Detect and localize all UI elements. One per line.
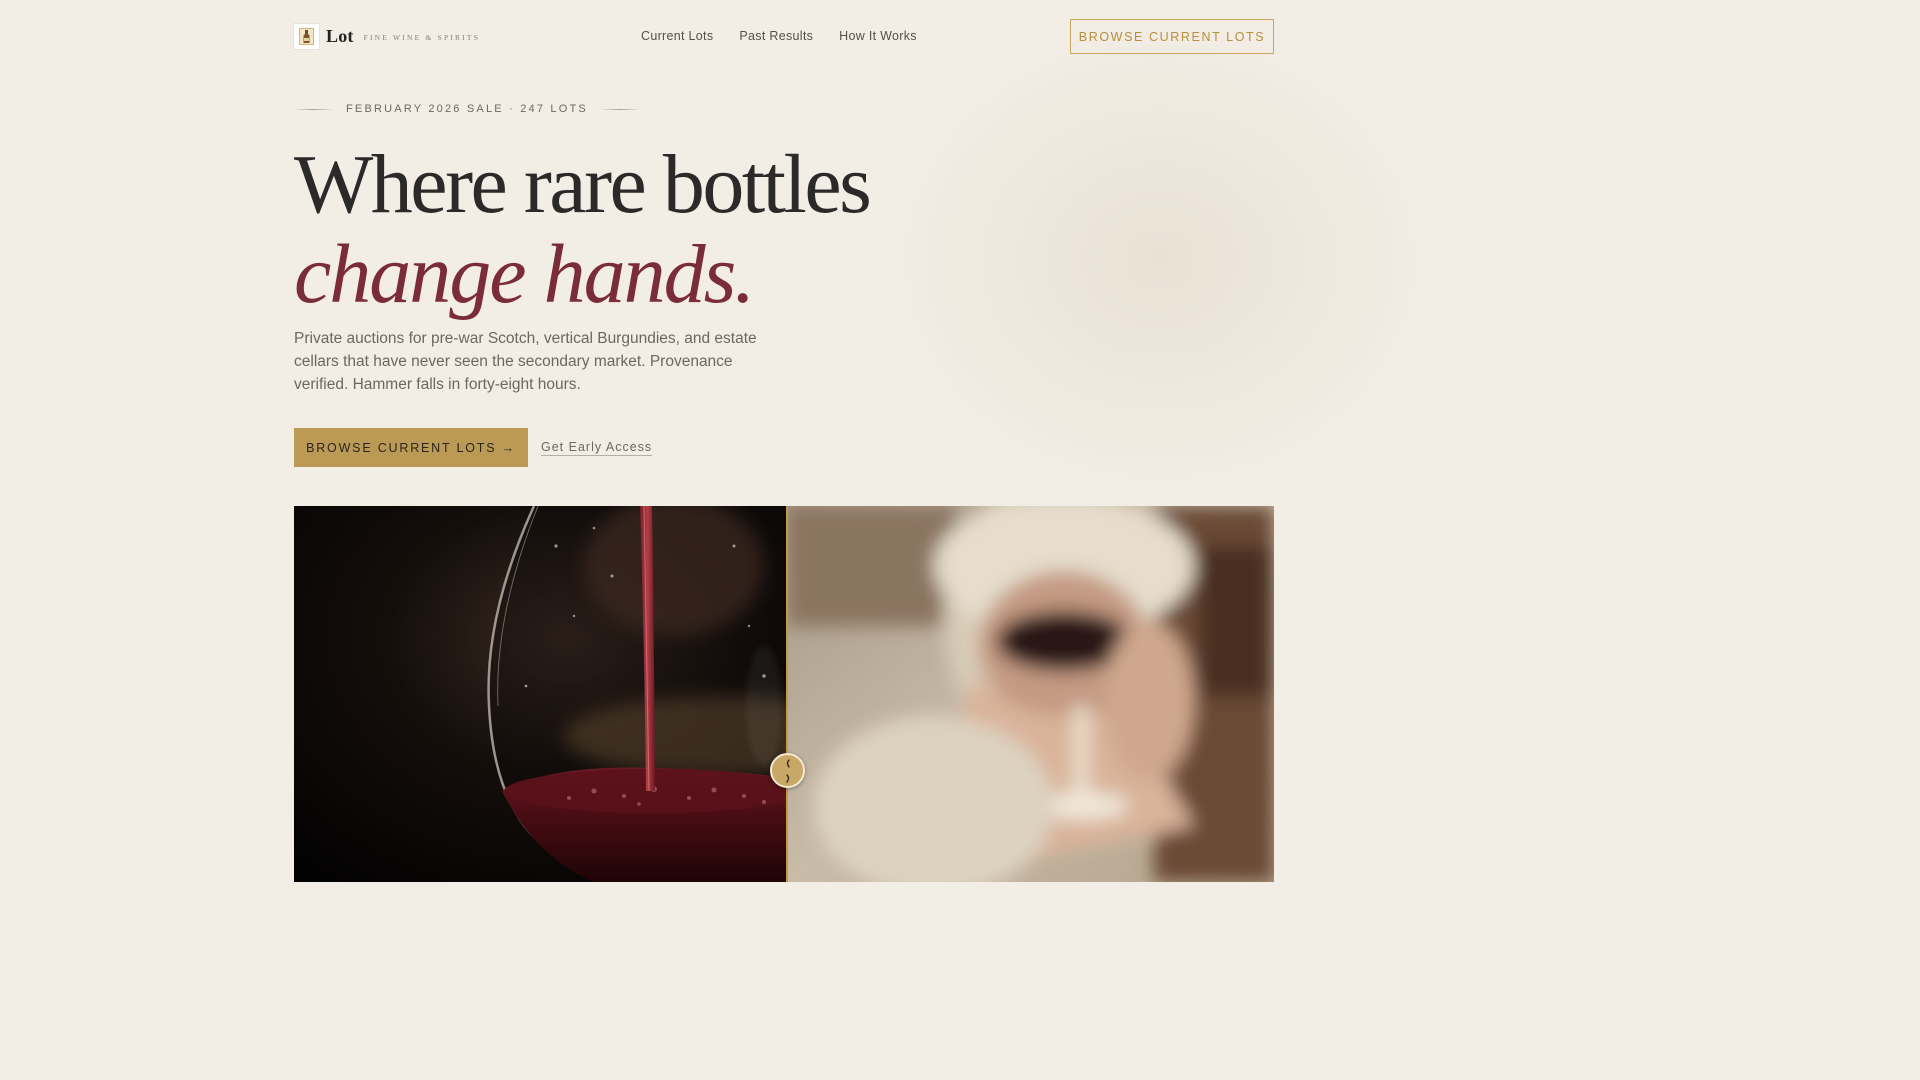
image-comparison-slider[interactable] [294, 506, 1274, 882]
brand[interactable]: Lot FINE WINE & SPIRITS [294, 24, 480, 49]
bottle-label-icon [294, 24, 319, 49]
headline-line-1: Where rare bottles [294, 138, 872, 231]
nav-item-past-results[interactable]: Past Results [739, 29, 813, 43]
hero-headline: Where rare bottles change hands. [294, 138, 872, 321]
nav-item-current-lots[interactable]: Current Lots [641, 29, 713, 43]
nav-item-how-it-works[interactable]: How It Works [839, 29, 917, 43]
hero-lede: Private auctions for pre-war Scotch, ver… [294, 330, 757, 393]
slider-handle-icon[interactable] [770, 753, 805, 788]
main-nav: Current Lots Past Results How It Works [641, 29, 917, 43]
brand-name: Lot [326, 26, 354, 46]
eyebrow-rule-right [599, 108, 640, 110]
site-header: Lot FINE WINE & SPIRITS Current Lots Pas… [294, 19, 1274, 54]
headline-line-2: change hands. [294, 228, 755, 321]
background-glow [880, 20, 1440, 500]
comparison-divider[interactable] [786, 506, 788, 882]
eyebrow-text: FEBRUARY 2026 SALE · 247 LOTS [346, 103, 588, 115]
eyebrow-rule-left [294, 108, 334, 110]
header-browse-button[interactable]: BROWSE CURRENT LOTS [1070, 19, 1274, 54]
sale-eyebrow: FEBRUARY 2026 SALE · 247 LOTS [294, 103, 640, 115]
browse-current-lots-button[interactable]: BROWSE CURRENT LOTS → [294, 428, 528, 467]
early-access-link[interactable]: Get Early Access [541, 440, 653, 456]
brand-tagline: FINE WINE & SPIRITS [363, 32, 481, 42]
person-drinking-wine-image [787, 506, 1274, 882]
